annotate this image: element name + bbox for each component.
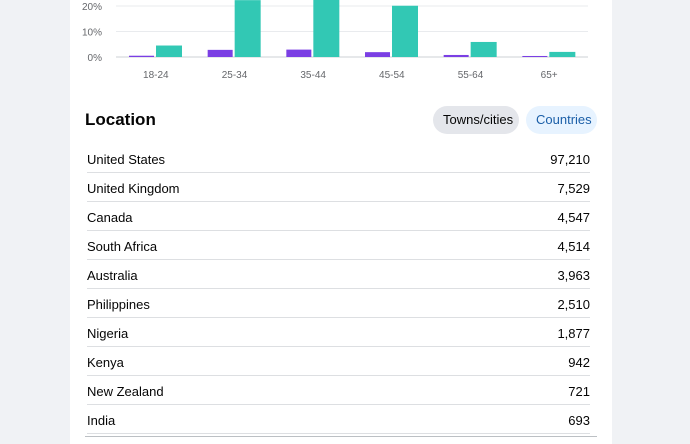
location-row: Australia 3,963 <box>87 260 590 289</box>
y-tick-label: 10% <box>82 28 102 39</box>
bar <box>365 52 390 57</box>
country-value: 2,510 <box>557 297 590 312</box>
country-value: 693 <box>568 413 590 428</box>
bar <box>522 55 548 57</box>
bar <box>313 0 340 58</box>
country-value: 721 <box>568 384 590 399</box>
x-tick-label: 25-34 <box>222 70 248 81</box>
bar <box>129 55 154 57</box>
countries-tab[interactable]: Countries <box>526 106 597 134</box>
country-value: 3,963 <box>557 268 590 283</box>
bottom-divider <box>85 436 597 437</box>
country-value: 97,210 <box>550 152 590 167</box>
country-name: United States <box>87 152 166 167</box>
location-row: New Zealand 721 <box>87 376 590 405</box>
location-row: India 693 <box>87 405 590 434</box>
location-title: Location <box>85 110 156 129</box>
y-tick-label: 20% <box>82 2 102 13</box>
country-name: Canada <box>87 210 133 225</box>
x-tick-label: 35-44 <box>300 70 326 81</box>
location-row: Nigeria 1,877 <box>87 318 590 347</box>
bar <box>392 5 418 58</box>
age-bar-chart: 0% 10% 20% 18-24 25-34 35-44 45-54 55-64 65+ <box>82 0 588 81</box>
x-tick-label: 55-64 <box>458 70 484 81</box>
x-tick-label: 18-24 <box>143 70 169 81</box>
location-row: Philippines 2,510 <box>87 289 590 318</box>
bar <box>549 51 576 57</box>
bar <box>470 41 497 57</box>
country-value: 4,547 <box>557 210 590 225</box>
x-tick-label: 45-54 <box>379 70 405 81</box>
bar <box>286 49 312 57</box>
location-table: United States 97,210 United Kingdom 7,529 … <box>87 144 590 434</box>
y-tick-label: 0% <box>88 53 103 64</box>
bar <box>156 45 182 57</box>
bar <box>443 54 469 57</box>
audience-card: 0% 10% 20% 18-24 25-34 35-44 45-54 55-64 65+ Loc… <box>70 0 612 444</box>
country-name: New Zealand <box>87 384 164 399</box>
country-name: Australia <box>87 268 138 283</box>
location-row: South Africa 4,514 <box>87 231 590 260</box>
location-row: Kenya 942 <box>87 347 590 376</box>
x-tick-label: 65+ <box>541 70 558 81</box>
country-value: 1,877 <box>557 326 590 341</box>
country-name: Nigeria <box>87 326 129 341</box>
country-name: United Kingdom <box>87 181 180 196</box>
country-name: Philippines <box>87 297 150 312</box>
location-row: United States 97,210 <box>87 144 590 173</box>
country-name: India <box>87 413 116 428</box>
country-name: Kenya <box>87 355 124 370</box>
location-header: Location Towns/cities Countries <box>85 106 597 136</box>
country-name: South Africa <box>87 239 158 254</box>
location-row: United Kingdom 7,529 <box>87 173 590 202</box>
country-value: 942 <box>568 355 590 370</box>
bar <box>207 49 233 57</box>
country-value: 4,514 <box>557 239 590 254</box>
location-row: Canada 4,547 <box>87 202 590 231</box>
bar <box>234 0 261 58</box>
towns-cities-tab[interactable]: Towns/cities <box>433 106 519 134</box>
country-value: 7,529 <box>557 181 590 196</box>
